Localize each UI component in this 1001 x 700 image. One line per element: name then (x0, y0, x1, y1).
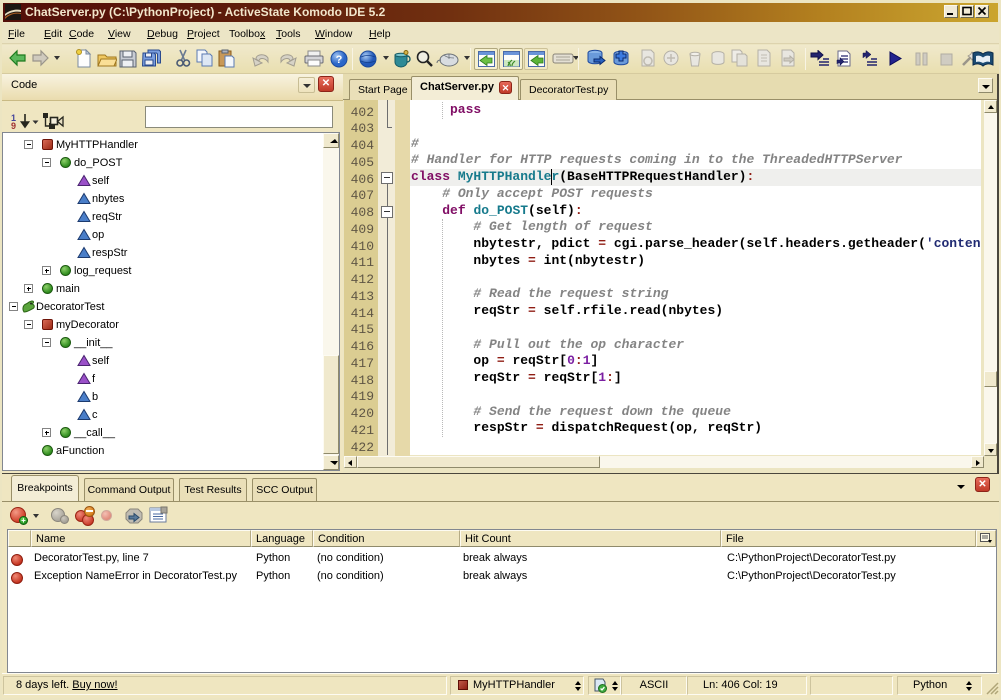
svg-text:?: ? (336, 54, 343, 66)
